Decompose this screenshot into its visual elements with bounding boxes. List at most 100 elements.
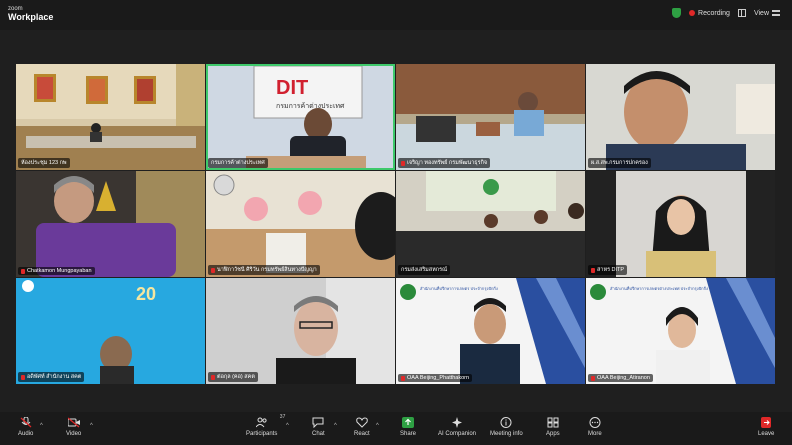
tile-5-mic-off-icon	[21, 268, 25, 274]
leave-button[interactable]: Leave	[758, 417, 774, 437]
audio-label: Audio	[18, 431, 34, 437]
video-tile-10[interactable]: ต่อกุล (คอ) สคต	[206, 278, 395, 384]
layout-grid-icon[interactable]	[737, 9, 746, 17]
encryption-shield-icon[interactable]	[672, 8, 682, 18]
tile-9-scene: 20	[16, 278, 205, 384]
tile-3-name: เจริญา ทองทรัพย์ กรมพัฒนาธุรกิจ	[407, 160, 488, 166]
tile-5-nametag: Chatkamon Mungpayaban	[18, 267, 95, 275]
tile-12-nametag: OAA Beijing_Atiranon	[588, 374, 653, 382]
tile-4-nametag: ผ.ส.สพ.กรมการปกครอง	[588, 158, 651, 168]
video-tile-4[interactable]: ผ.ส.สพ.กรมการปกครอง	[586, 64, 775, 170]
share-label: Share	[400, 431, 417, 437]
tile-12-scene: สำนักงานที่ปรึกษาการเกษตรต่างประเทศ ประจ…	[586, 278, 775, 384]
tile-5-name: Chatkamon Mungpayaban	[27, 268, 92, 274]
tile-8-scene	[586, 171, 775, 277]
tile-3-nametag: เจริญา ทองทรัพย์ กรมพัฒนาธุรกิจ	[398, 158, 491, 168]
leave-label: Leave	[758, 431, 775, 437]
tile-6-mic-off-icon	[211, 267, 215, 273]
ai-companion-label: AI Companion	[438, 431, 477, 437]
view-button[interactable]: View	[754, 10, 780, 17]
participant-count: 37	[279, 414, 286, 420]
dit-sub-text: กรมการค้าต่างประเทศ	[276, 102, 345, 110]
tile-3-scene	[396, 64, 585, 170]
recording-indicator[interactable]: Recording	[689, 10, 730, 17]
leave-icon	[761, 417, 772, 428]
ai-sparkle-icon	[452, 417, 463, 428]
apps-button[interactable]: Apps	[546, 417, 560, 437]
tile-10-mic-off-icon	[211, 374, 215, 380]
ai-companion-button[interactable]: AI Companion	[438, 417, 476, 437]
app-logo: zoom Workplace	[8, 6, 53, 22]
video-tile-3[interactable]: เจริญา ทองทรัพย์ กรมพัฒนาธุรกิจ	[396, 64, 585, 170]
tile-10-nametag: ต่อกุล (คอ) สคต	[208, 372, 258, 382]
participants-caret-icon[interactable]: ^	[286, 423, 289, 429]
tile-7-nametag: กรมส่งเสริมสหกรณ์	[398, 265, 451, 275]
heart-icon	[356, 417, 368, 428]
video-tile-9[interactable]: 20 อดิพัศท์ สำนักงาน สคต	[16, 278, 205, 384]
video-camera-icon	[67, 417, 80, 428]
share-button[interactable]: Share	[400, 417, 416, 437]
recording-label: Recording	[698, 9, 730, 17]
video-tile-5[interactable]: Chatkamon Mungpayaban	[16, 171, 205, 277]
audio-button[interactable]: Audio	[18, 417, 33, 437]
react-caret-icon[interactable]: ^	[376, 423, 379, 429]
tile-9-name: อดิพัศท์ สำนักงาน สคต	[27, 374, 82, 380]
tile-5-scene	[16, 171, 205, 277]
video-tile-8[interactable]: สาหร DITP	[586, 171, 775, 277]
video-tile-11[interactable]: สำนักงานที่ปรึกษาการเกษตร ประจำกรุงปักกิ…	[396, 278, 585, 384]
participants-label: Participants	[246, 431, 278, 437]
chat-caret-icon[interactable]: ^	[334, 423, 337, 429]
tile-2-scene: DIT กรมการค้าต่างประเทศ	[206, 64, 395, 170]
tile-12-name: OAA Beijing_Atiranon	[597, 375, 650, 381]
tile-2-nametag: กรมการค้าต่างประเทศ	[208, 158, 268, 168]
tile-2-name: กรมการค้าต่างประเทศ	[211, 160, 265, 166]
tile-12-mic-off-icon	[591, 375, 595, 381]
tile-1-name: ห้องประชุม 123 กพ	[21, 160, 67, 166]
view-grid-icon	[772, 10, 780, 16]
tile-1-scene	[16, 64, 205, 170]
logo-line2: Workplace	[8, 12, 54, 22]
tile-11-nametag: OAA Beijing_Phatthakorn	[398, 374, 473, 382]
view-label: View	[753, 9, 769, 17]
tile-11-scene: สำนักงานที่ปรึกษาการเกษตร ประจำกรุงปักกิ…	[396, 278, 585, 384]
anniversary-text: 20	[136, 284, 156, 304]
tile-6-nametag: นาฬิกาวัชนี ศิริวัน กรมทรัพย์สินทางปัญญา	[208, 265, 320, 275]
share-icon	[402, 417, 414, 428]
tile-9-nametag: อดิพัศท์ สำนักงาน สคต	[18, 372, 85, 382]
tile-8-mic-off-icon	[591, 267, 595, 273]
more-button[interactable]: More	[588, 417, 602, 437]
video-caret-icon[interactable]: ^	[90, 423, 93, 429]
info-icon	[500, 417, 512, 428]
chat-icon	[312, 417, 324, 428]
video-tile-6[interactable]: นาฬิกาวัชนี ศิริวัน กรมทรัพย์สินทางปัญญา	[206, 171, 395, 277]
more-icon	[589, 417, 601, 428]
video-label: Video	[66, 431, 82, 437]
tile-9-mic-off-icon	[21, 374, 25, 380]
chat-button[interactable]: Chat	[312, 417, 325, 437]
tile-3-mic-off-icon	[401, 160, 405, 166]
tile-11-mic-off-icon	[401, 375, 405, 381]
tile-10-name: ต่อกุล (คอ) สคต	[217, 374, 255, 380]
video-tile-12[interactable]: สำนักงานที่ปรึกษาการเกษตรต่างประเทศ ประจ…	[586, 278, 775, 384]
top-bar: zoom Workplace Recording View	[0, 0, 792, 30]
video-tile-7[interactable]: กรมส่งเสริมสหกรณ์	[396, 171, 585, 277]
video-tile-2[interactable]: DIT กรมการค้าต่างประเทศ กรมการค้าต่างประ…	[206, 64, 395, 170]
react-label: React	[354, 431, 370, 437]
tile-4-name: ผ.ส.สพ.กรมการปกครอง	[591, 160, 648, 166]
tile-8-name: สาหร DITP	[597, 267, 625, 273]
tile-6-name: นาฬิกาวัชนี ศิริวัน กรมทรัพย์สินทางปัญญา	[217, 267, 317, 273]
participants-icon	[255, 417, 267, 428]
microphone-icon	[20, 417, 32, 428]
meeting-info-button[interactable]: Meeting info	[490, 417, 523, 437]
apps-icon	[547, 417, 559, 428]
audio-caret-icon[interactable]: ^	[40, 423, 43, 429]
video-tile-1[interactable]: ห้องประชุม 123 กพ	[16, 64, 205, 170]
participants-button[interactable]: 37 Participants	[246, 414, 285, 437]
dit-logo-text: DIT	[276, 77, 308, 99]
tile-7-scene	[396, 171, 585, 277]
tile-4-scene	[586, 64, 775, 170]
tile-8-nametag: สาหร DITP	[588, 265, 628, 275]
tile-1-nametag: ห้องประชุม 123 กพ	[18, 158, 70, 168]
video-button[interactable]: Video	[66, 417, 81, 437]
react-button[interactable]: React	[354, 417, 370, 437]
